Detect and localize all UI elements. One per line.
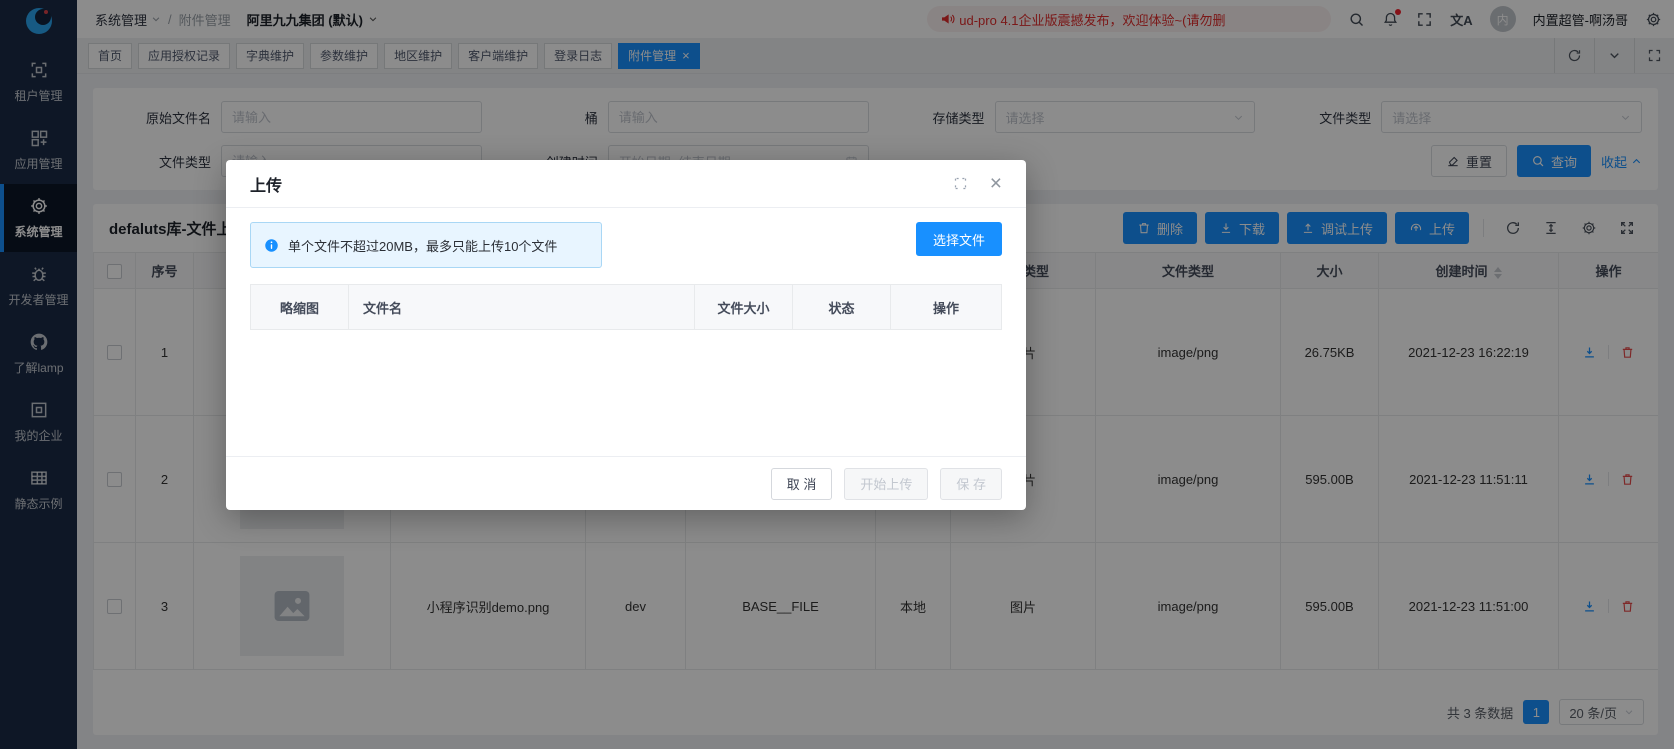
modal-col-status: 状态 <box>793 285 891 329</box>
modal-footer: 取 消 开始上传 保 存 <box>226 456 1026 510</box>
modal-col-filename: 文件名 <box>349 285 695 329</box>
modal-empty-list <box>250 330 1002 456</box>
save-button[interactable]: 保 存 <box>940 468 1002 500</box>
cancel-button[interactable]: 取 消 <box>771 468 833 500</box>
upload-modal: 上传 单个文件不超过20MB，最多只能上传10个文件 选择文件 略缩图 文件名 … <box>226 160 1026 510</box>
alert-text: 单个文件不超过20MB，最多只能上传10个文件 <box>288 236 557 255</box>
info-circle-icon <box>264 238 279 253</box>
modal-close-icon[interactable] <box>990 173 1002 194</box>
start-upload-button[interactable]: 开始上传 <box>844 468 928 500</box>
modal-col-thumb: 略缩图 <box>251 285 349 329</box>
modal-col-filesize: 文件大小 <box>695 285 793 329</box>
modal-header: 上传 <box>226 160 1026 208</box>
choose-file-button[interactable]: 选择文件 <box>916 222 1002 256</box>
modal-table-header: 略缩图 文件名 文件大小 状态 操作 <box>250 284 1002 330</box>
app-window: 租户管理 应用管理 系统管理 开发者管理 了解lamp <box>0 0 1674 749</box>
modal-fullscreen-icon[interactable] <box>953 176 968 191</box>
modal-title: 上传 <box>250 172 282 196</box>
upload-limit-alert: 单个文件不超过20MB，最多只能上传10个文件 <box>250 222 602 268</box>
modal-body: 单个文件不超过20MB，最多只能上传10个文件 选择文件 略缩图 文件名 文件大… <box>226 208 1026 456</box>
modal-col-action: 操作 <box>891 285 1001 329</box>
